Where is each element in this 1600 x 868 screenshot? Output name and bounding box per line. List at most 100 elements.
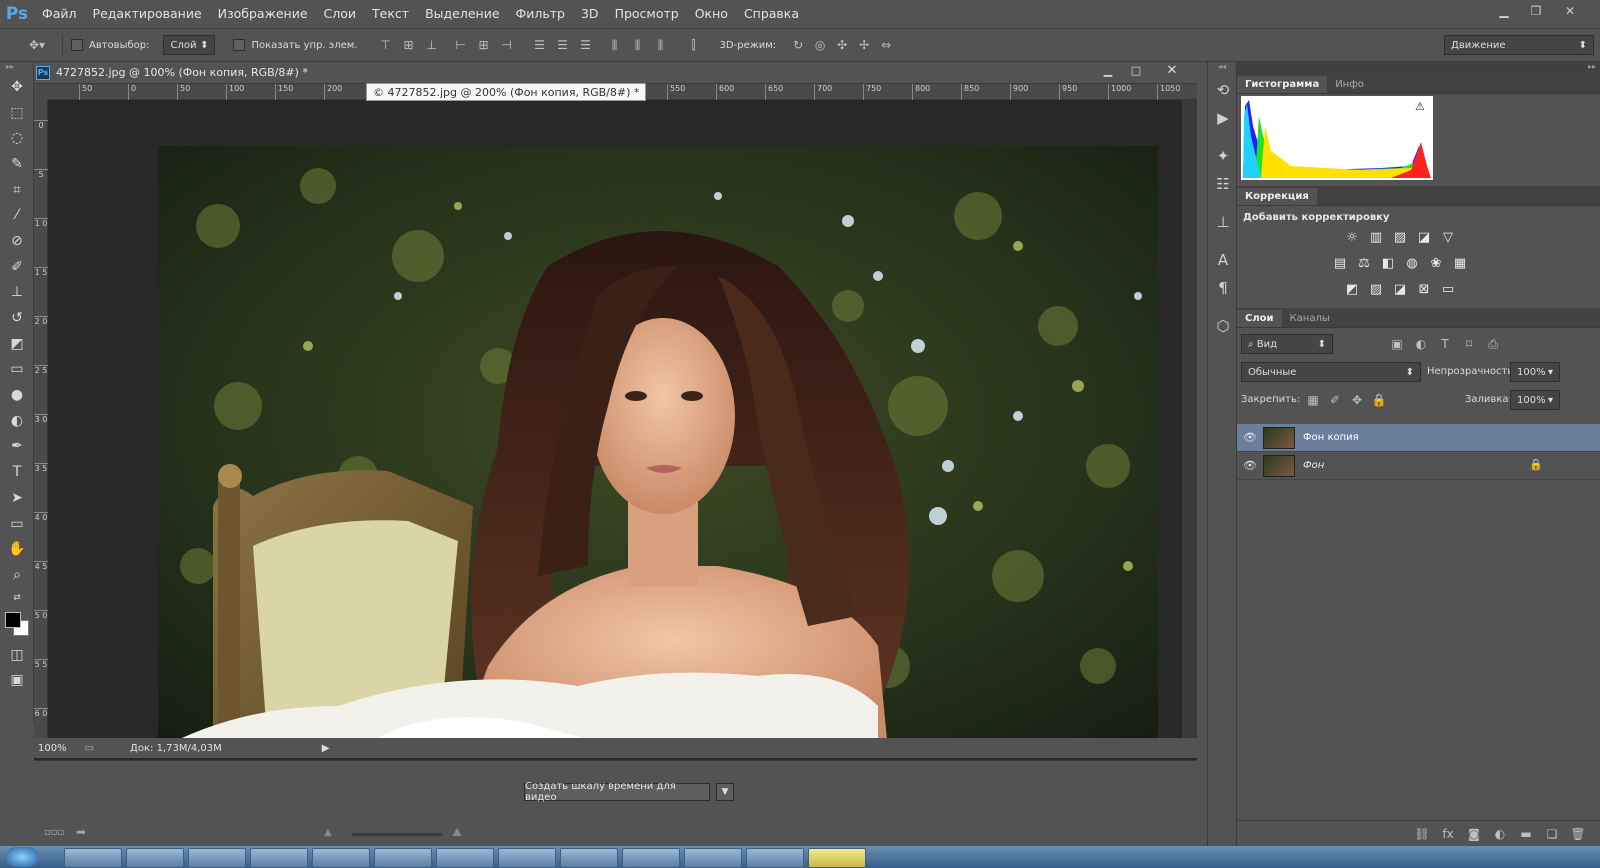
menu-3d[interactable]: 3D [573,0,607,28]
doc-close-icon[interactable]: ✕ [1160,63,1184,81]
taskbar-app-11[interactable] [684,848,742,868]
screen-mode-icon[interactable]: ▣ [0,667,34,693]
curves-icon[interactable]: ▨ [1389,226,1411,248]
menu-help[interactable]: Справка [736,0,807,28]
create-timeline-button[interactable]: Создать шкалу времени для видео [524,781,710,803]
taskbar-app-8[interactable] [498,848,556,868]
3d-panel-icon[interactable]: ⬡ [1208,312,1238,340]
close-icon[interactable]: ✕ [1556,2,1584,20]
distribute-top-icon[interactable]: ☰ [530,35,550,55]
posterize-icon[interactable]: ▨ [1365,278,1387,300]
photo-filter-icon[interactable]: ◍ [1401,252,1423,274]
brush-panel-icon[interactable]: ☷ [1208,170,1238,198]
show-controls-checkbox[interactable] [233,39,246,51]
character-panel-icon[interactable]: A [1208,246,1238,274]
layer-style-icon[interactable]: fx [1438,824,1458,844]
marquee-tool-icon[interactable]: ⬚ [0,100,34,126]
taskbar-app-12[interactable] [746,848,804,868]
actions-panel-icon[interactable]: ▶ [1208,104,1238,132]
status-menu-arrow-icon[interactable]: ▶ [322,743,330,754]
clone-source-icon[interactable]: ⊥ [1208,208,1238,236]
crop-tool-icon[interactable]: ⌗ [0,177,34,203]
3d-slide-icon[interactable]: ✢ [854,35,874,55]
lasso-tool-icon[interactable]: ◌ [0,125,34,151]
status-preview-icon[interactable]: ▭ [85,743,94,754]
layer-filter-dropdown[interactable]: ⌕ Вид ⬍ [1241,334,1333,354]
brush-tool-icon[interactable]: ✐ [0,254,34,280]
layer-name[interactable]: Фон [1303,460,1324,471]
link-layers-icon[interactable]: ⛓ [1412,824,1432,844]
menu-filter[interactable]: Фильтр [508,0,573,28]
pen-tool-icon[interactable]: ✒ [0,434,34,460]
timeline-dropdown-icon[interactable]: ▼ [716,783,734,801]
brightness-contrast-icon[interactable]: ☼ [1341,226,1363,248]
workspace-dropdown[interactable]: Движение ⬍ [1444,35,1594,55]
histogram-warning-icon[interactable]: ⚠ [1415,100,1425,113]
autoselect-checkbox[interactable] [71,39,83,51]
gradient-tool-icon[interactable]: ▭ [0,357,34,383]
align-top-icon[interactable]: ⊤ [376,35,396,55]
doc-maximize-icon[interactable]: □ [1124,64,1148,82]
distribute-hcenter-icon[interactable]: ⫼ [628,35,648,55]
vibrance-icon[interactable]: ▽ [1437,226,1459,248]
exposure-icon[interactable]: ◪ [1413,226,1435,248]
filter-adjustment-icon[interactable]: ◐ [1411,334,1431,354]
restore-icon[interactable]: ❐ [1522,2,1550,20]
distribute-right-icon[interactable]: ⫼ [651,35,671,55]
canvas-area[interactable]: © 4727852.jpg @ 200% (Фон копия, RGB/8#)… [48,83,1182,750]
menu-view[interactable]: Просмотр [607,0,687,28]
levels-icon[interactable]: ▥ [1365,226,1387,248]
history-panel-icon[interactable]: ⟲ [1208,76,1238,104]
lock-transparent-icon[interactable]: ▦ [1303,390,1323,410]
swap-colors-icon[interactable]: ⇄ [0,588,34,608]
shape-tool-icon[interactable]: ▭ [0,511,34,537]
taskbar-app-2[interactable] [126,848,184,868]
new-adjustment-icon[interactable]: ◐ [1490,824,1510,844]
brush-presets-icon[interactable]: ✦ [1208,142,1238,170]
channel-mixer-icon[interactable]: ❀ [1425,252,1447,274]
new-group-icon[interactable]: ▬ [1516,824,1536,844]
quick-mask-icon[interactable]: ◫ [0,642,34,668]
3d-scale-icon[interactable]: ⇔ [876,35,896,55]
minimize-icon[interactable]: ▁ [1490,2,1518,20]
autoselect-dropdown[interactable]: Слой ⬍ [163,35,216,55]
timeline-zoom-in-icon[interactable]: ⛰ [452,825,462,840]
menu-text[interactable]: Текст [364,0,417,28]
distribute-left-icon[interactable]: ⫼ [605,35,625,55]
menu-edit[interactable]: Редактирование [85,0,210,28]
doc-minimize-icon[interactable]: ▁ [1096,64,1120,82]
auto-align-icon[interactable]: ⫿ [684,35,704,55]
align-bottom-icon[interactable]: ⊥ [422,35,442,55]
zoom-level[interactable]: 100% [38,743,67,754]
lock-pixels-icon[interactable]: ✐ [1325,390,1345,410]
invert-icon[interactable]: ◩ [1341,278,1363,300]
menu-layers[interactable]: Слои [316,0,365,28]
delete-layer-icon[interactable]: 🗑 [1568,824,1588,844]
type-tool-icon[interactable]: T [0,459,34,485]
filter-type-icon[interactable]: T [1435,334,1455,354]
new-layer-icon[interactable]: ❏ [1542,824,1562,844]
eyedropper-tool-icon[interactable]: ⁄ [0,202,34,228]
lock-position-icon[interactable]: ✥ [1347,390,1367,410]
align-left-icon[interactable]: ⊢ [451,35,471,55]
quick-select-tool-icon[interactable]: ✎ [0,151,34,177]
gradient-map-icon[interactable]: ▭ [1437,278,1459,300]
taskbar-app-6[interactable] [374,848,432,868]
color-lookup-icon[interactable]: ▦ [1449,252,1471,274]
hue-saturation-icon[interactable]: ▤ [1329,252,1351,274]
eraser-tool-icon[interactable]: ◩ [0,331,34,357]
tab-correction[interactable]: Коррекция [1237,188,1317,205]
vertical-scrollbar[interactable] [1182,100,1197,740]
3d-pan-icon[interactable]: ✣ [832,35,852,55]
taskbar-app-9[interactable] [560,848,618,868]
dock-collapse-icon[interactable]: ▸▸ [1237,62,1600,74]
filter-pixel-icon[interactable]: ▣ [1387,334,1407,354]
filter-shape-icon[interactable]: ⌑ [1459,334,1479,354]
align-right-icon[interactable]: ⊣ [497,35,517,55]
3d-orbit-icon[interactable]: ↻ [788,35,808,55]
move-tool-icon[interactable]: ✥ [0,74,34,100]
fill-field[interactable]: 100% ▾ [1510,390,1560,410]
healing-brush-icon[interactable]: ⊘ [0,228,34,254]
lock-all-icon[interactable]: 🔒 [1369,390,1389,410]
align-vcenter-icon[interactable]: ⊞ [399,35,419,55]
